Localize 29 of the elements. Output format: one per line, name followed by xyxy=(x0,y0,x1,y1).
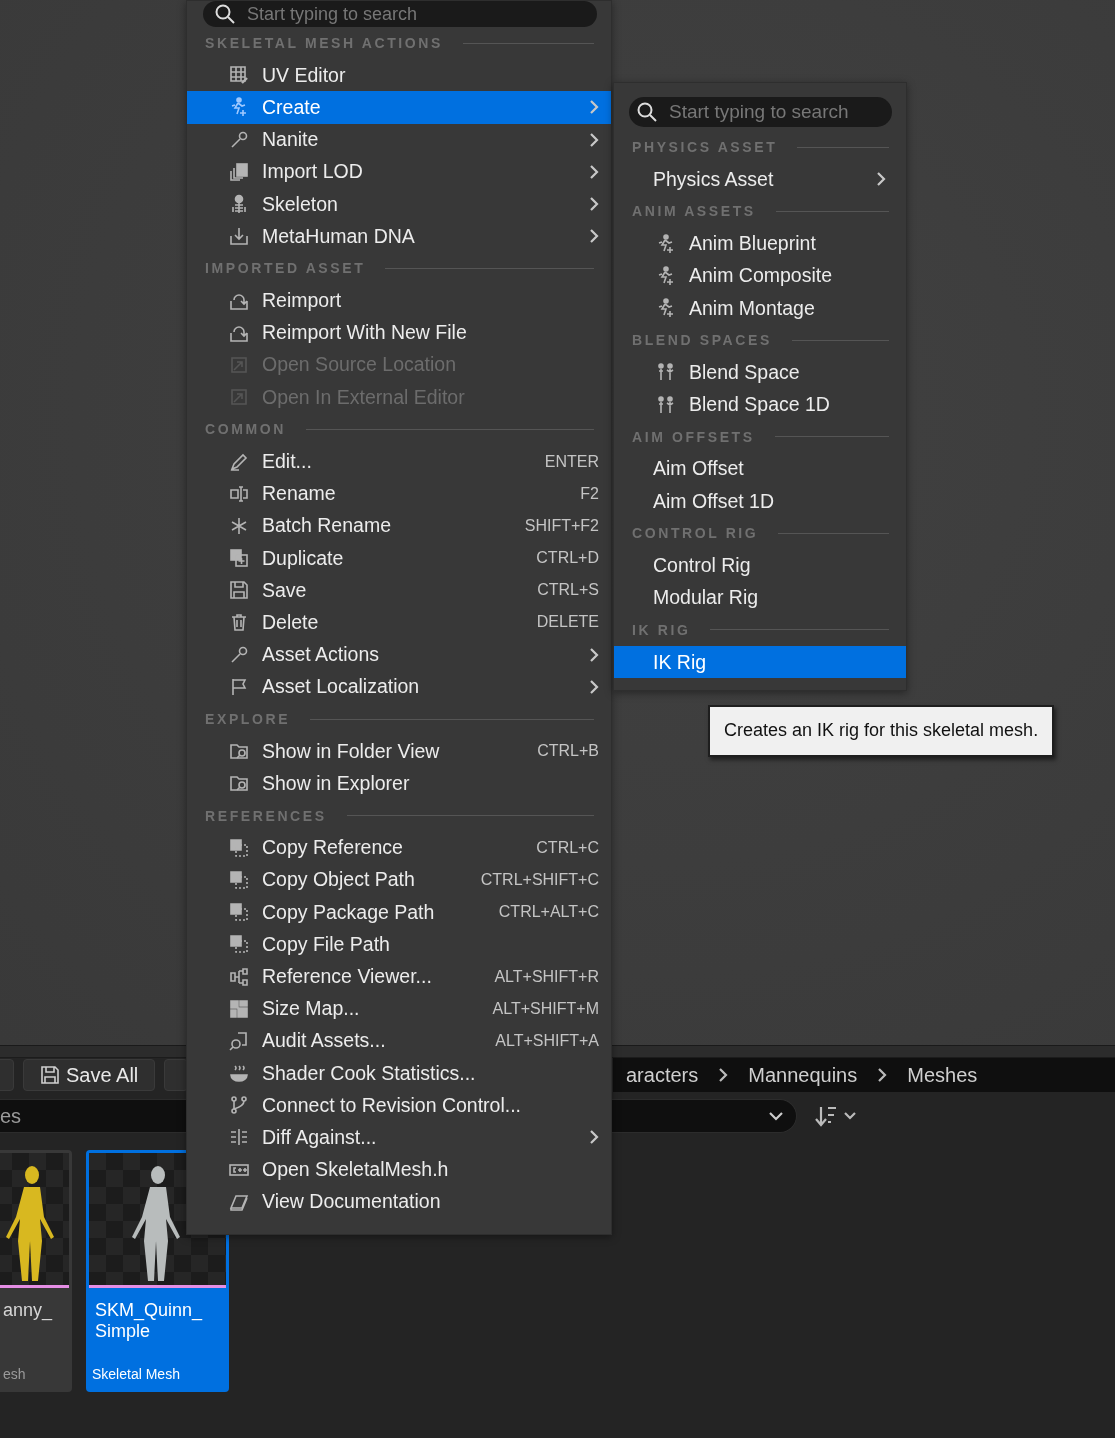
asset-type: Skeletal Mesh xyxy=(92,1366,181,1382)
section-heading: EXPLORE xyxy=(205,711,291,728)
section-heading: AIM OFFSETS xyxy=(632,428,755,445)
asset-name: SKM_Quinn_Simple xyxy=(95,1300,204,1343)
section-heading: COMMON xyxy=(205,421,286,438)
section-heading: REFERENCES xyxy=(205,807,327,824)
section-heading: PHYSICS ASSET xyxy=(632,139,778,156)
section-heading: CONTROL RIG xyxy=(632,525,759,542)
shortcut-text: SHIFT+F2 xyxy=(524,516,599,535)
asset-type: esh xyxy=(3,1366,27,1382)
shortcut-text: ALT+SHIFT+R xyxy=(494,967,599,986)
shortcut-text: CTRL+B xyxy=(537,742,599,761)
shortcut-text: CTRL+C xyxy=(536,838,599,857)
tooltip: Creates an IK rig for this skeletal mesh. xyxy=(708,705,1055,757)
section-heading: ANIM ASSETS xyxy=(632,203,756,220)
section-heading: SKELETAL MESH ACTIONS xyxy=(205,35,443,52)
shortcut-text: F2 xyxy=(580,484,599,503)
shortcut-text: CTRL+ALT+C xyxy=(498,903,599,922)
shortcut-text: CTRL+SHIFT+C xyxy=(480,870,599,889)
section-heading: BLEND SPACES xyxy=(632,332,772,349)
shortcut-text: CTRL+S xyxy=(537,581,599,600)
shortcut-text: ALT+SHIFT+M xyxy=(492,999,599,1018)
shortcut-text: ENTER xyxy=(544,452,599,471)
shortcut-text: CTRL+D xyxy=(536,549,599,568)
shortcut-text: DELETE xyxy=(536,613,599,632)
section-heading: IK RIG xyxy=(632,621,691,638)
section-heading: IMPORTED ASSET xyxy=(205,260,366,277)
shortcut-text: ALT+SHIFT+A xyxy=(495,1031,599,1050)
asset-name: anny_ xyxy=(3,1300,54,1323)
